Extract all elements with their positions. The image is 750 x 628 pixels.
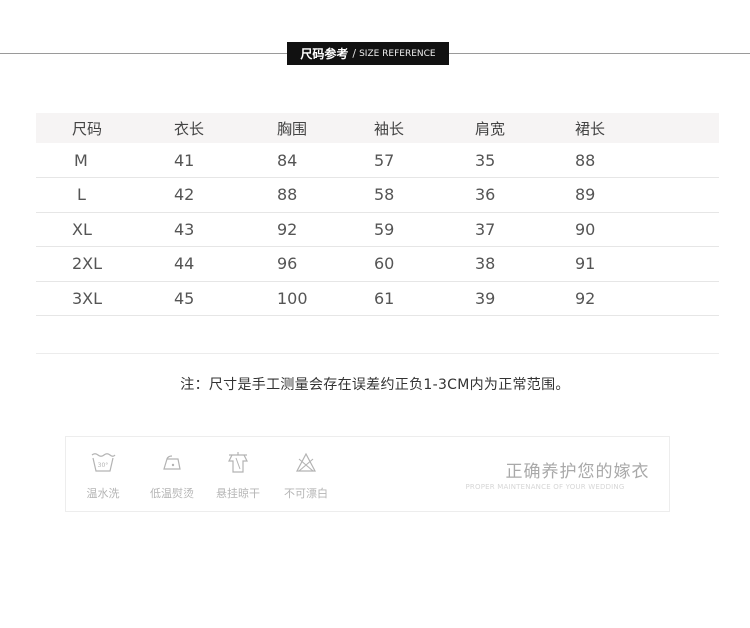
skirt-length-cell: 88 bbox=[575, 150, 596, 170]
header-length: 衣长 bbox=[174, 119, 205, 138]
sleeve-cell: 61 bbox=[374, 288, 395, 308]
care-item-no-bleach: 不可漂白 bbox=[270, 451, 342, 501]
care-label-low-iron: 低温熨烫 bbox=[150, 487, 194, 500]
section-title-banner: 尺码参考 / SIZE REFERENCE bbox=[287, 42, 449, 65]
skirt-length-cell: 89 bbox=[575, 185, 596, 205]
length-cell: 41 bbox=[174, 150, 195, 170]
skirt-length-cell: 91 bbox=[575, 254, 596, 274]
table-header-row: 尺码 衣长 胸围 袖长 肩宽 裙长 bbox=[36, 113, 719, 143]
sleeve-cell: 60 bbox=[374, 254, 395, 274]
care-subtitle: PROPER MAINTENANCE OF YOUR WEDDING bbox=[465, 483, 625, 491]
warm-wash-icon: 30° bbox=[67, 451, 139, 475]
shoulder-cell: 39 bbox=[475, 288, 496, 308]
care-label-hang-dry: 悬挂晾干 bbox=[216, 487, 260, 500]
table-row: M 41 84 57 35 88 bbox=[36, 143, 719, 178]
care-item-hang-dry: 悬挂晾干 bbox=[202, 451, 274, 501]
shoulder-cell: 36 bbox=[475, 185, 496, 205]
size-cell: M bbox=[74, 150, 88, 170]
shoulder-cell: 35 bbox=[475, 150, 496, 170]
header-shoulder: 肩宽 bbox=[475, 119, 506, 138]
care-title: 正确养护您的嫁衣 bbox=[505, 462, 650, 482]
header-skirt-length: 裙长 bbox=[575, 119, 606, 138]
low-iron-icon bbox=[136, 451, 208, 475]
care-item-low-iron: 低温熨烫 bbox=[136, 451, 208, 501]
section-divider bbox=[36, 353, 719, 354]
shoulder-cell: 38 bbox=[475, 254, 496, 274]
care-instructions-panel: 30° 温水洗 低温熨烫 悬挂晾干 不可漂白 正确养护您的嫁衣 PROPER M… bbox=[65, 436, 670, 512]
length-cell: 45 bbox=[174, 288, 195, 308]
sleeve-cell: 57 bbox=[374, 150, 395, 170]
header-size: 尺码 bbox=[72, 119, 103, 138]
table-row: 2XL 44 96 60 38 91 bbox=[36, 247, 719, 281]
care-label-warm-wash: 温水洗 bbox=[86, 487, 120, 500]
bust-cell: 100 bbox=[277, 288, 308, 308]
bust-cell: 84 bbox=[277, 150, 298, 170]
shoulder-cell: 37 bbox=[475, 219, 496, 239]
header-sleeve: 袖长 bbox=[374, 119, 405, 138]
care-item-warm-wash: 30° 温水洗 bbox=[67, 451, 139, 501]
sleeve-cell: 58 bbox=[374, 185, 395, 205]
skirt-length-cell: 92 bbox=[575, 288, 596, 308]
bust-cell: 92 bbox=[277, 219, 298, 239]
length-cell: 44 bbox=[174, 254, 195, 274]
size-chart-table: 尺码 衣长 胸围 袖长 肩宽 裙长 M 41 84 57 35 88 L 42 … bbox=[36, 113, 719, 316]
table-row: 3XL 45 100 61 39 92 bbox=[36, 281, 719, 316]
wash-temperature-label: 30° bbox=[98, 462, 109, 469]
size-cell: 2XL bbox=[72, 254, 103, 274]
no-bleach-icon bbox=[270, 451, 342, 475]
table-row: L 42 88 58 36 89 bbox=[36, 178, 719, 212]
size-cell: L bbox=[77, 185, 86, 205]
length-cell: 42 bbox=[174, 185, 195, 205]
measurement-note: 注：尺寸是手工测量会存在误差约正负1-3CM内为正常范围。 bbox=[180, 377, 570, 393]
header-bust: 胸围 bbox=[277, 119, 308, 138]
length-cell: 43 bbox=[174, 219, 195, 239]
hang-dry-icon bbox=[202, 451, 274, 475]
section-title-zh: 尺码参考 bbox=[300, 47, 349, 61]
table-row: XL 43 92 59 37 90 bbox=[36, 212, 719, 247]
care-label-no-bleach: 不可漂白 bbox=[284, 487, 328, 500]
section-title-en: SIZE REFERENCE bbox=[359, 48, 436, 59]
bust-cell: 88 bbox=[277, 185, 298, 205]
sleeve-cell: 59 bbox=[374, 219, 395, 239]
size-cell: 3XL bbox=[72, 288, 103, 308]
skirt-length-cell: 90 bbox=[575, 219, 596, 239]
section-title-separator: / bbox=[352, 47, 357, 60]
size-cell: XL bbox=[72, 219, 92, 239]
bust-cell: 96 bbox=[277, 254, 298, 274]
